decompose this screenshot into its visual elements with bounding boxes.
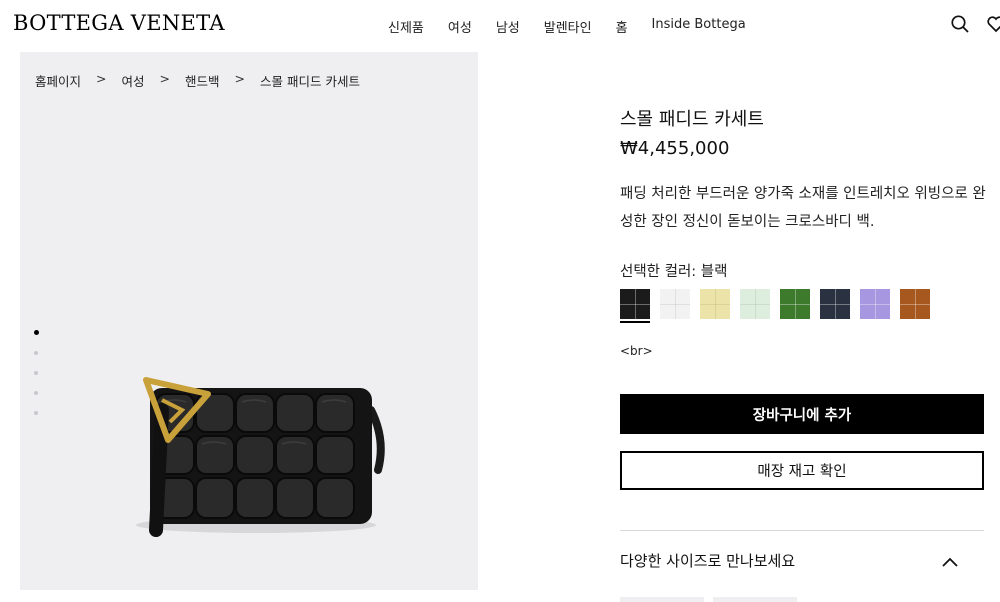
- gallery-dot[interactable]: [33, 330, 39, 335]
- nav-item-valentine[interactable]: 발렌타인: [544, 17, 592, 36]
- sizes-accordion[interactable]: 다양한 사이즈로 만나보세요: [620, 531, 984, 589]
- site-header: BOTTEGA VENETA 신제품 여성 남성 발렌타인 홈 Inside B…: [0, 0, 1000, 52]
- breadcrumb-separator: >: [234, 71, 245, 86]
- nav-item-inside-bottega[interactable]: Inside Bottega: [652, 17, 746, 36]
- add-to-cart-button[interactable]: 장바구니에 추가: [620, 394, 984, 434]
- check-store-stock-button[interactable]: 매장 재고 확인: [620, 451, 984, 490]
- selected-color-label: 선택한 컬러: 블랙: [620, 264, 728, 280]
- size-option[interactable]: [620, 597, 704, 602]
- nav-item-women[interactable]: 여성: [448, 17, 472, 36]
- size-option[interactable]: [713, 597, 797, 602]
- size-options: [620, 597, 806, 602]
- breadcrumb-separator: >: [159, 71, 170, 86]
- gallery-dot[interactable]: [34, 371, 38, 375]
- wishlist-icon[interactable]: [986, 14, 1000, 34]
- brand-logo[interactable]: BOTTEGA VENETA: [13, 11, 225, 35]
- product-title: 스몰 패디드 카세트: [620, 109, 764, 130]
- breadcrumb-separator: >: [96, 71, 107, 86]
- breadcrumb-current: 스몰 패디드 카세트: [260, 74, 360, 89]
- accordion-label: 다양한 사이즈로 만나보세요: [620, 552, 796, 570]
- stray-markup-text: <br>: [620, 344, 653, 358]
- breadcrumb: 홈페이지 > 여성 > 핸드백 > 스몰 패디드 카세트: [35, 71, 360, 90]
- color-swatch-lavender[interactable]: [860, 289, 890, 319]
- selected-swatch-indicator: [620, 321, 650, 323]
- color-swatch-mint[interactable]: [740, 289, 770, 319]
- nav-item-new[interactable]: 신제품: [388, 17, 424, 36]
- color-swatch-black[interactable]: [620, 289, 650, 319]
- color-swatch-butter[interactable]: [700, 289, 730, 319]
- breadcrumb-home[interactable]: 홈페이지: [35, 71, 81, 90]
- product-description: 패딩 처리한 부드러운 양가죽 소재를 인트레치오 위빙으로 완성한 장인 정신…: [620, 186, 986, 230]
- color-swatch-navy[interactable]: [820, 289, 850, 319]
- gallery-dot[interactable]: [34, 391, 38, 395]
- chevron-up-icon[interactable]: [942, 552, 958, 571]
- breadcrumb-handbags[interactable]: 핸드백: [185, 71, 220, 90]
- main-nav: 신제품 여성 남성 발렌타인 홈 Inside Bottega: [388, 17, 770, 36]
- product-gallery: 홈페이지 > 여성 > 핸드백 > 스몰 패디드 카세트: [20, 52, 478, 590]
- color-swatch-brown[interactable]: [900, 289, 930, 319]
- gallery-dot[interactable]: [34, 411, 38, 415]
- product-price: ₩4,455,000: [620, 138, 730, 159]
- product-image[interactable]: [116, 370, 396, 540]
- search-icon[interactable]: [950, 14, 970, 34]
- gallery-pagination: [33, 330, 39, 431]
- color-swatch-green[interactable]: [780, 289, 810, 319]
- color-swatch-white[interactable]: [660, 289, 690, 319]
- color-swatches: [620, 289, 940, 319]
- nav-item-home[interactable]: 홈: [616, 17, 628, 36]
- nav-item-men[interactable]: 남성: [496, 17, 520, 36]
- breadcrumb-women[interactable]: 여성: [122, 71, 145, 90]
- gallery-dot[interactable]: [34, 351, 38, 355]
